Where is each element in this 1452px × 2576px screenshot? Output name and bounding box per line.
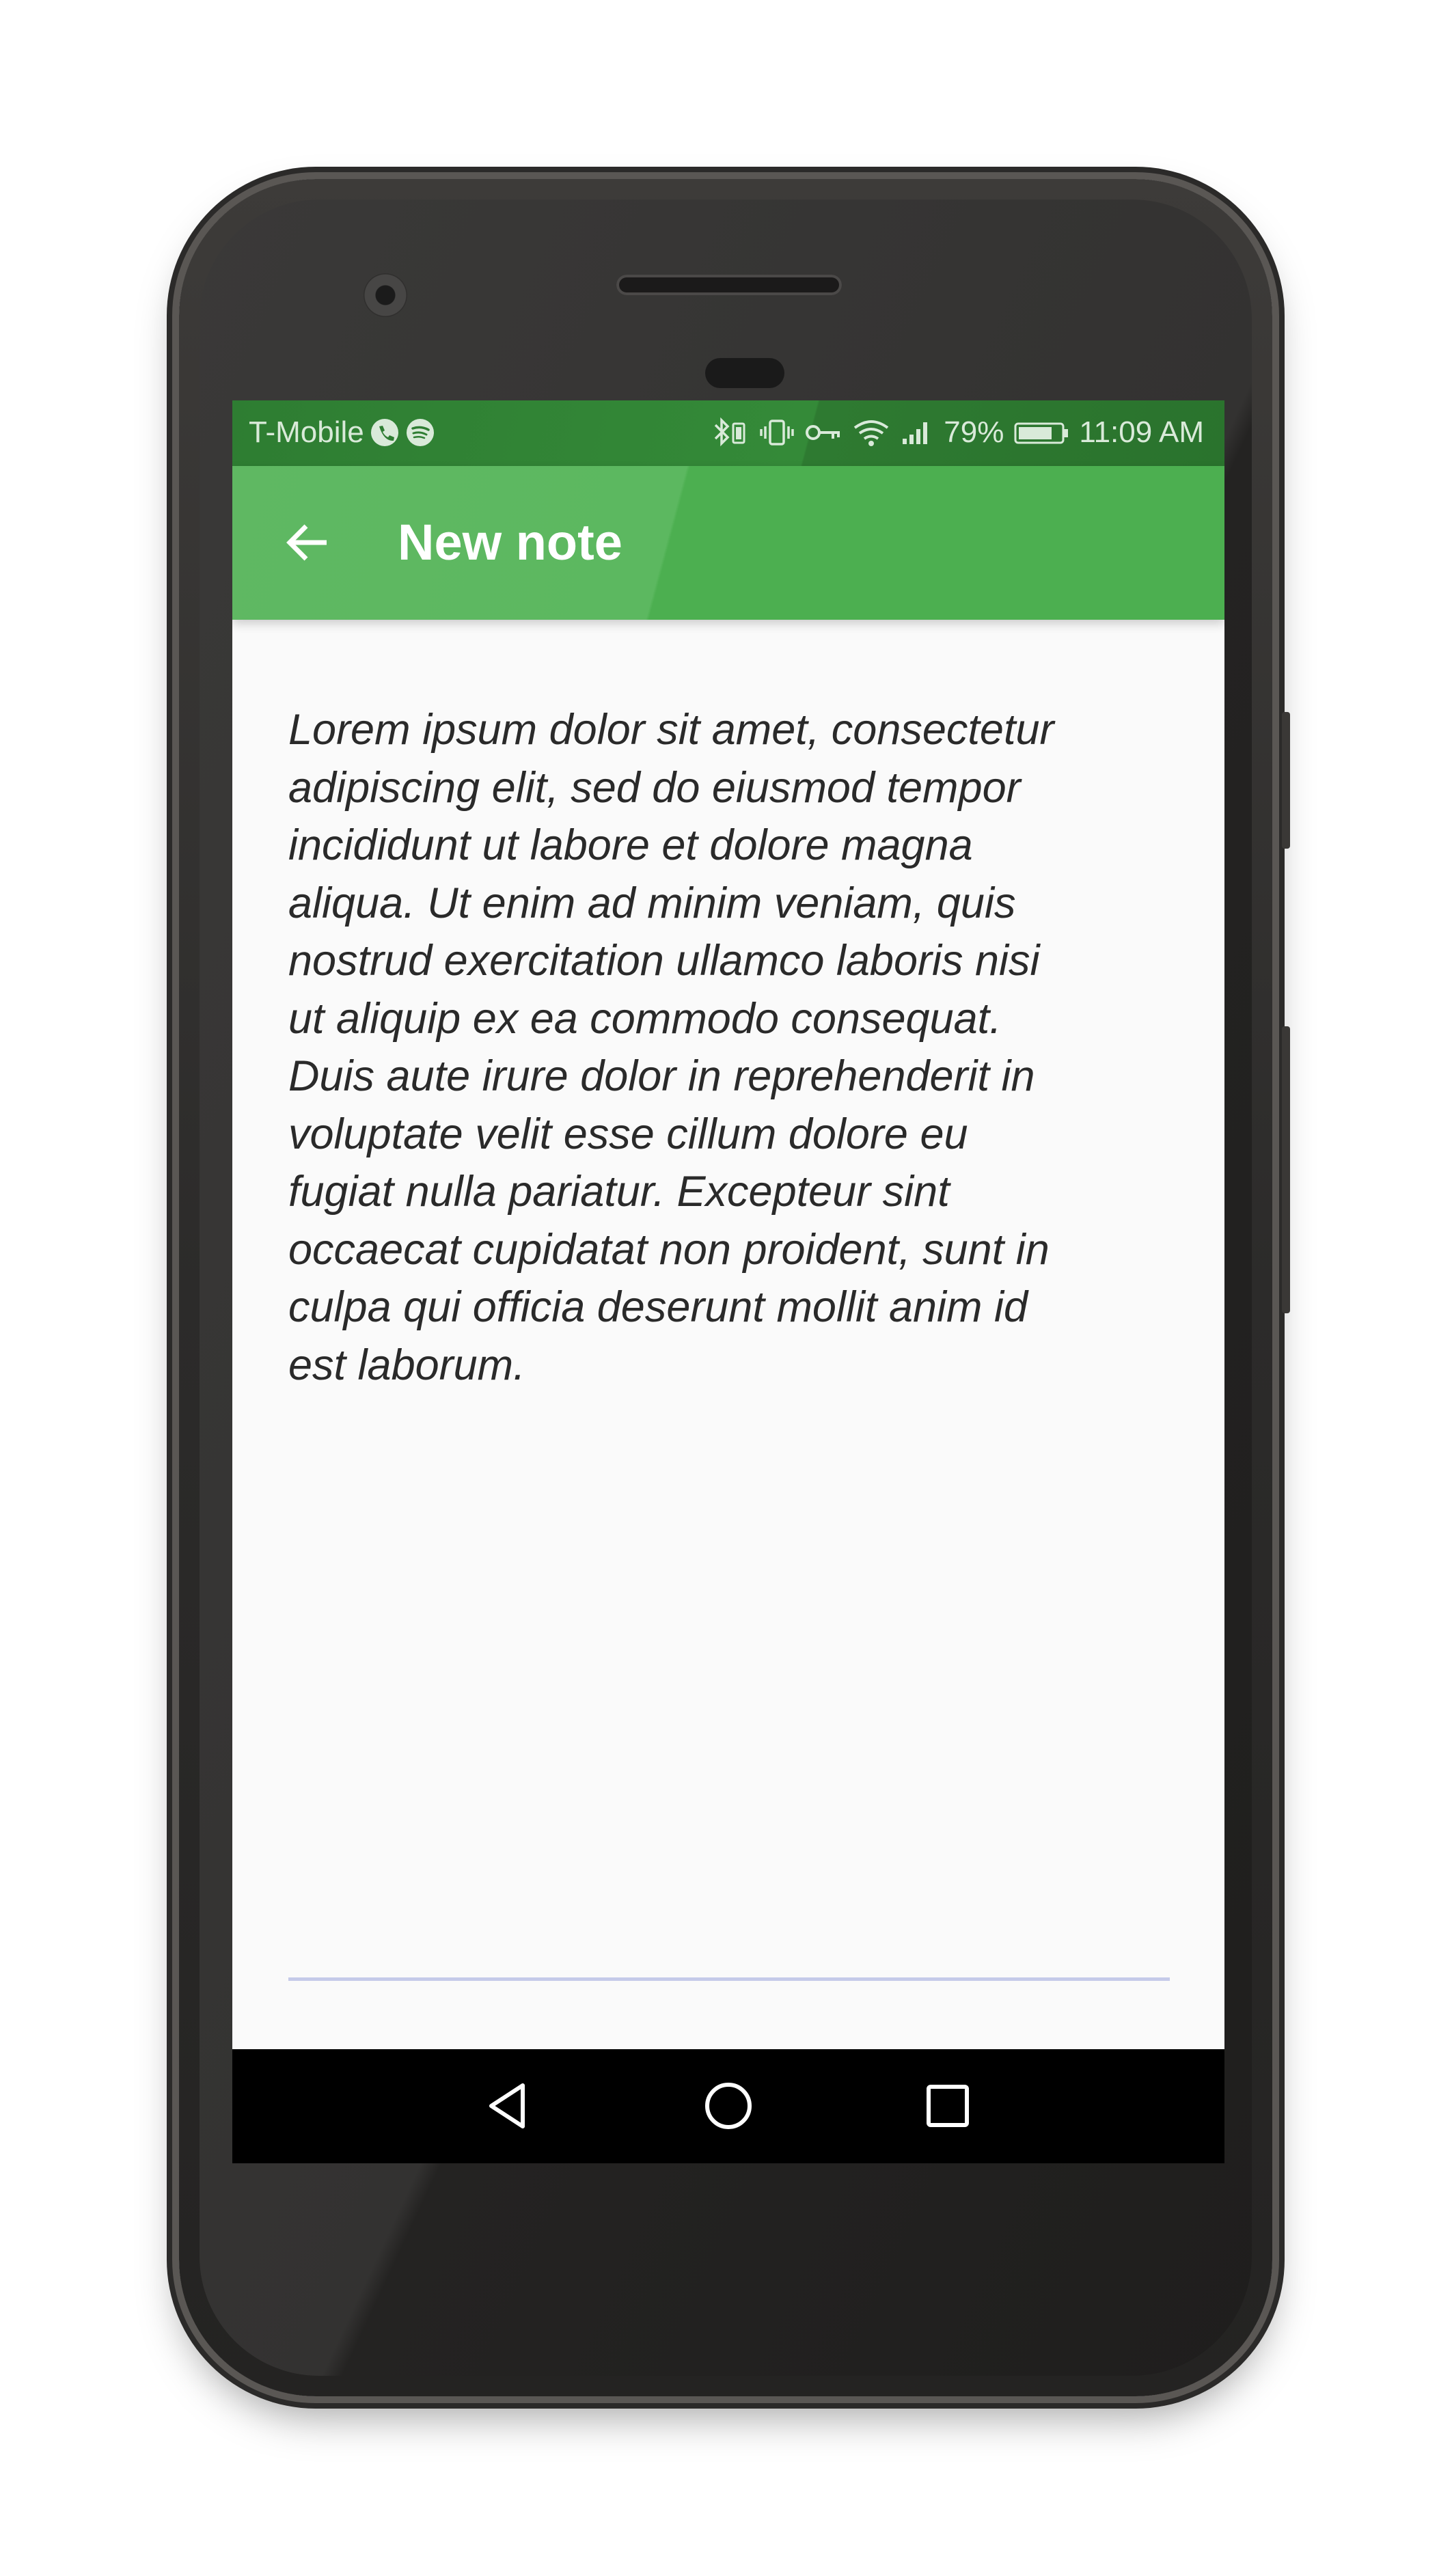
- cell-signal-icon: [900, 415, 934, 450]
- status-bar: T-Mobile 79% 11:09 AM: [232, 400, 1224, 466]
- arrow-back-icon: [286, 524, 327, 561]
- clock: 11:09 AM: [1079, 415, 1204, 449]
- front-camera: [364, 273, 407, 317]
- nav-recents-button[interactable]: [917, 2075, 978, 2137]
- proximity-sensor: [705, 358, 784, 388]
- page-title: New note: [398, 514, 622, 571]
- navigation-bar: [232, 2049, 1224, 2163]
- bluetooth-icon: [711, 415, 750, 450]
- phone-call-icon: [370, 415, 400, 450]
- home-circle-icon: [705, 2083, 752, 2129]
- app-bar: New note: [232, 466, 1224, 620]
- earpiece-speaker: [616, 275, 842, 295]
- note-text-field[interactable]: Lorem ipsum dolor sit amet, consectetur …: [288, 701, 1177, 1394]
- wifi-icon: [852, 415, 890, 450]
- battery-percent: 79%: [944, 415, 1004, 449]
- recents-square-icon: [927, 2085, 969, 2127]
- vpn-key-icon: [804, 415, 843, 450]
- volume-button: [1282, 1026, 1290, 1313]
- vibrate-icon: [759, 415, 795, 450]
- status-right: 79% 11:09 AM: [711, 415, 1204, 450]
- back-triangle-icon: [489, 2083, 525, 2128]
- carrier-label: T-Mobile: [249, 415, 364, 449]
- phone-screen: T-Mobile 79% 11:09 AM New note Lorem ips…: [232, 400, 1224, 2163]
- battery-icon: [1013, 415, 1069, 450]
- status-left: T-Mobile: [249, 415, 435, 450]
- back-button[interactable]: [273, 508, 342, 577]
- spotify-icon: [405, 415, 435, 450]
- nav-back-button[interactable]: [478, 2075, 540, 2137]
- text-field-underline: [288, 1977, 1170, 1981]
- nav-home-button[interactable]: [698, 2075, 759, 2137]
- canvas: T-Mobile 79% 11:09 AM New note Lorem ips…: [0, 0, 1452, 2576]
- power-button: [1282, 712, 1290, 849]
